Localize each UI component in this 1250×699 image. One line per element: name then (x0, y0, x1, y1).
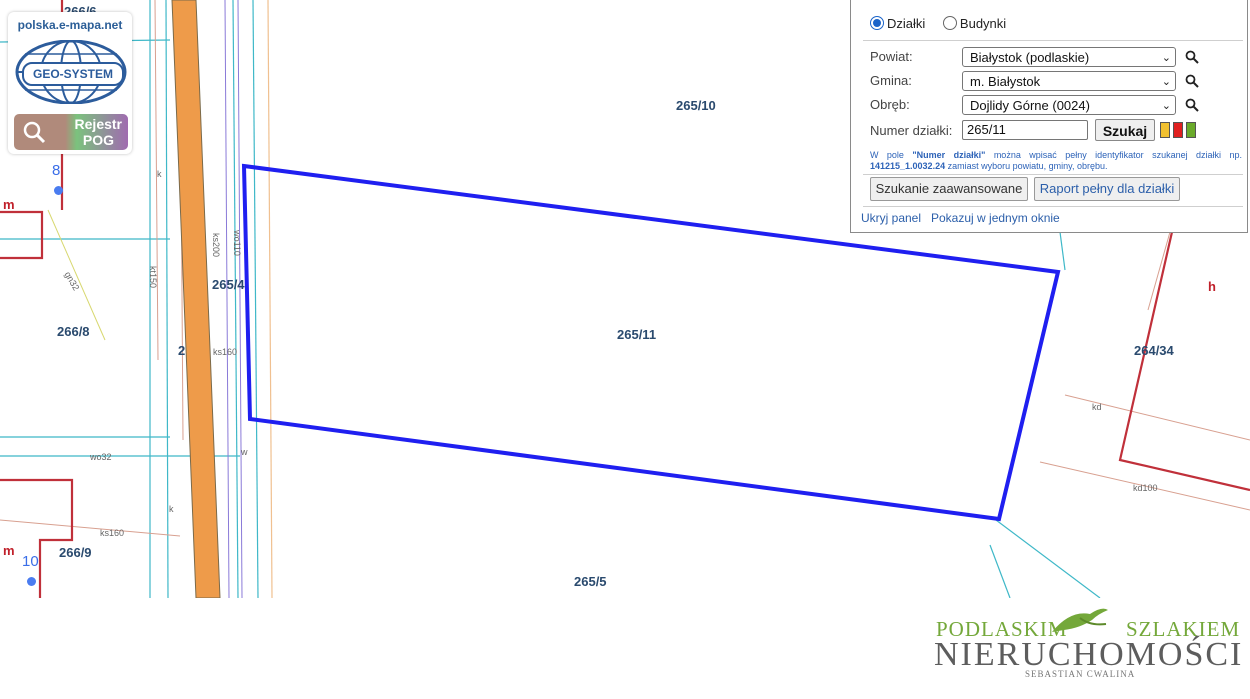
point-number-10: 10 (22, 553, 39, 570)
point-number-8: 8 (52, 162, 61, 179)
label-ks200: ks200 (211, 232, 222, 258)
brand-logo: PODLASKIM SZLAKIEM NIERUCHOMOŚCI SEBASTI… (930, 600, 1241, 695)
label-wo110: wo110 (231, 230, 242, 256)
parcel-label-265-11: 265/11 (617, 327, 657, 342)
radio-budynki[interactable] (942, 16, 957, 30)
label-ks160-a: ks160 (213, 347, 238, 357)
land-use-m-2: m (3, 543, 15, 558)
obreb-select[interactable]: Dojlidy Górne (0024) ⌄ (962, 95, 1176, 115)
search-hint: W pole "Numer działki" można wpisać pełn… (870, 150, 1242, 172)
parcel-label-265-5: 265/5 (574, 574, 607, 589)
obreb-label: Obręb: (870, 97, 910, 112)
water-line (47, 209, 106, 341)
radio-budynki-label: Budynki (959, 16, 1007, 31)
search-button[interactable]: Szukaj (1095, 119, 1155, 141)
brand-line-author: SEBASTIAN CWALINA (1025, 669, 1136, 679)
search-mode-group: Działki Budynki (870, 16, 1020, 31)
color-swatch-red[interactable] (1173, 122, 1183, 138)
point-marker-10[interactable] (27, 577, 36, 586)
label-k-1: k (157, 169, 162, 179)
land-use-m-1: m (3, 197, 15, 212)
powiat-search-icon[interactable] (1185, 50, 1199, 64)
parcel-label-265-10: 265/10 (676, 98, 716, 113)
advanced-search-button[interactable]: Szukanie zaawansowane (870, 177, 1028, 201)
label-wo32: wo32 (90, 452, 112, 462)
parcel-label-road-cut: 2 (178, 343, 186, 358)
color-swatch-yellow[interactable] (1160, 122, 1170, 138)
label-k-2: k (169, 504, 174, 514)
show-one-window-link[interactable]: Pokazuj w jednym oknie (931, 211, 1060, 225)
label-ks160-b: ks160 (100, 528, 125, 538)
label-w: w (241, 447, 248, 457)
obreb-search-icon[interactable] (1185, 98, 1199, 112)
gmina-select[interactable]: m. Białystok ⌄ (962, 71, 1176, 91)
hide-panel-link[interactable]: Ukryj panel (861, 211, 921, 225)
pog-label-pog: POG (82, 132, 114, 148)
parcel-label-266-8: 266/8 (57, 324, 90, 339)
land-use-h: h (1208, 279, 1216, 294)
divider (863, 206, 1243, 207)
gmina-value: m. Białystok (970, 74, 1041, 89)
radio-dzialki[interactable] (870, 16, 884, 30)
gmina-label: Gmina: (870, 73, 912, 88)
site-url[interactable]: polska.e-mapa.net (8, 18, 132, 32)
obreb-value: Dojlidy Górne (0024) (970, 98, 1090, 113)
road (171, 0, 221, 598)
divider (863, 40, 1243, 41)
chevron-down-icon: ⌄ (1161, 100, 1171, 112)
parcel-label-265-4: 265/4 (212, 277, 245, 292)
powiat-label: Powiat: (870, 49, 913, 64)
hint-example: 141215_1.0032.24 (870, 161, 946, 171)
full-report-button[interactable]: Raport pełny dla działki (1034, 177, 1180, 201)
label-kt150: kt150 (148, 265, 159, 289)
gas-line (267, 0, 273, 598)
color-swatch-green[interactable] (1186, 122, 1196, 138)
map-provider-logo: polska.e-mapa.net GEO-SYSTEM Rejestr POG (8, 12, 132, 154)
hint-field: "Numer działki" (912, 150, 986, 160)
chevron-down-icon: ⌄ (1161, 76, 1171, 88)
point-marker-8[interactable] (54, 186, 63, 195)
hint-prefix: W pole (870, 150, 904, 160)
pog-register-button[interactable]: Rejestr POG (14, 114, 128, 150)
hint-suffix: zamiast wyboru powiatu, gminy, obrębu. (947, 161, 1108, 171)
gmina-search-icon[interactable] (1185, 74, 1199, 88)
label-kd: kd (1092, 402, 1102, 412)
parcel-number-input[interactable]: 265/11 (962, 120, 1088, 140)
label-kd100: kd100 (1133, 483, 1158, 493)
chevron-down-icon: ⌄ (1161, 52, 1171, 64)
parcel-label-266-9: 266/9 (59, 545, 92, 560)
geo-system-logo: GEO-SYSTEM (22, 62, 124, 86)
divider (863, 174, 1243, 175)
parcel-number-label: Numer działki: (870, 123, 953, 138)
radio-dzialki-label: Działki (887, 16, 926, 31)
magnifier-icon (23, 121, 46, 144)
parcel-label-264-34: 264/34 (1134, 343, 1174, 358)
hint-mid: można wpisać pełny identyfikator szukane… (993, 150, 1242, 160)
pog-label-rejestr: Rejestr (74, 116, 122, 132)
powiat-select[interactable]: Białystok (podlaskie) ⌄ (962, 47, 1176, 67)
powiat-value: Białystok (podlaskie) (970, 50, 1090, 65)
parcel-search-panel: Działki Budynki Powiat: Białystok (podla… (850, 0, 1248, 233)
